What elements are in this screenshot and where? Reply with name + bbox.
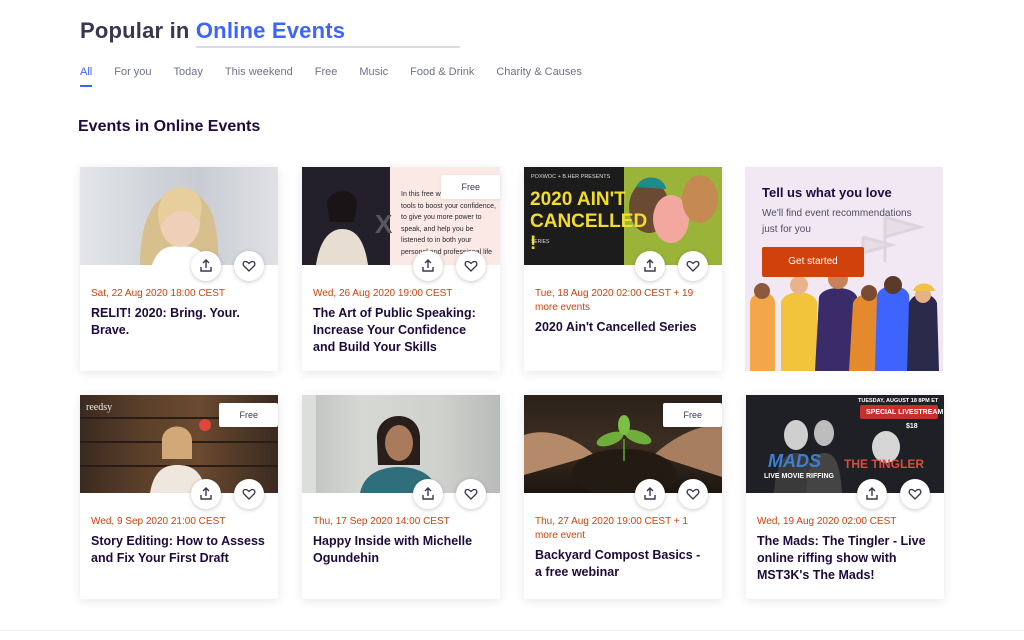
- image-title: 2020 AIN'T CANCELLED !: [530, 189, 648, 254]
- share-icon: [422, 487, 434, 500]
- location-selector[interactable]: Online Events: [196, 18, 345, 43]
- title-prefix: Popular in: [80, 18, 190, 43]
- event-card[interactable]: reedsy Free Wed, 9 Sep 2020 21:00 CEST S…: [80, 395, 278, 599]
- event-title[interactable]: 2020 Ain't Cancelled Series: [535, 319, 710, 336]
- event-card[interactable]: X In this free we you some basic tools t…: [302, 167, 500, 371]
- event-title[interactable]: The Art of Public Speaking: Increase You…: [313, 305, 488, 356]
- heart-icon: [464, 488, 478, 500]
- image-mads-logo: MADS: [768, 451, 821, 471]
- share-icon: [866, 487, 878, 500]
- recommendation-promo: Tell us what you love We'll find event r…: [745, 167, 943, 371]
- like-button[interactable]: [900, 479, 930, 509]
- event-date: Wed, 26 Aug 2020 19:00 CEST: [313, 288, 453, 299]
- share-icon: [200, 487, 212, 500]
- promo-heading: Tell us what you love: [762, 185, 892, 200]
- image-date: TUESDAY, AUGUST 18 8PM ET: [858, 398, 939, 404]
- share-button[interactable]: [857, 479, 887, 509]
- like-button[interactable]: [678, 251, 708, 281]
- event-date: Tue, 18 Aug 2020 02:00 CEST + 19 more ev…: [535, 288, 694, 313]
- tab-free[interactable]: Free: [315, 66, 338, 88]
- event-title[interactable]: Backyard Compost Basics - a free webinar: [535, 547, 710, 581]
- tab-food-drink[interactable]: Food & Drink: [410, 66, 474, 88]
- tab-today[interactable]: Today: [174, 66, 203, 88]
- free-badge: Free: [663, 403, 722, 427]
- like-button[interactable]: [678, 479, 708, 509]
- image-riffing: LIVE MOVIE RIFFING: [764, 473, 835, 480]
- event-date: Wed, 19 Aug 2020 02:00 CEST: [757, 516, 897, 527]
- event-title[interactable]: Happy Inside with Michelle Ogundehin: [313, 533, 488, 567]
- event-card[interactable]: Sat, 22 Aug 2020 18:00 CEST RELIT! 2020:…: [80, 167, 278, 371]
- heart-icon: [242, 488, 256, 500]
- get-started-button[interactable]: Get started: [762, 247, 864, 277]
- event-card[interactable]: Free Thu, 27 Aug 2020 19:00 CEST + 1 mor…: [524, 395, 722, 599]
- heart-icon: [686, 260, 700, 272]
- promo-subtext: We'll find event recommendations just fo…: [762, 208, 912, 235]
- share-icon: [644, 487, 656, 500]
- tab-music[interactable]: Music: [359, 66, 388, 88]
- image-tingler: THE TINGLER: [844, 457, 924, 471]
- location-underline: [196, 46, 460, 48]
- category-tabs: All For you Today This weekend Free Musi…: [80, 66, 604, 88]
- free-badge: Free: [441, 175, 500, 199]
- image-livestream: SPECIAL LIVESTREAM: [866, 409, 944, 416]
- image-logo: reedsy: [86, 402, 113, 413]
- heart-icon: [242, 260, 256, 272]
- share-icon: [200, 259, 212, 272]
- image-price: $18: [906, 423, 918, 430]
- heart-icon: [686, 488, 700, 500]
- like-button[interactable]: [456, 479, 486, 509]
- event-title[interactable]: RELIT! 2020: Bring. Your. Brave.: [91, 305, 266, 339]
- heart-icon: [464, 260, 478, 272]
- free-badge: Free: [219, 403, 278, 427]
- event-card[interactable]: POXWOC + B.HER PRESENTS 2020 AIN'T CANCE…: [524, 167, 722, 371]
- like-button[interactable]: [234, 479, 264, 509]
- share-button[interactable]: [635, 251, 665, 281]
- share-button[interactable]: [191, 251, 221, 281]
- share-icon: [422, 259, 434, 272]
- share-button[interactable]: [413, 251, 443, 281]
- event-date: Sat, 22 Aug 2020 18:00 CEST: [91, 288, 225, 299]
- event-card[interactable]: Thu, 17 Sep 2020 14:00 CEST Happy Inside…: [302, 395, 500, 599]
- page-title: Popular in Online Events: [80, 18, 345, 44]
- event-date: Thu, 27 Aug 2020 19:00 CEST + 1 more eve…: [535, 516, 688, 541]
- event-title[interactable]: The Mads: The Tingler - Live online riff…: [757, 533, 932, 584]
- event-date: Wed, 9 Sep 2020 21:00 CEST: [91, 516, 226, 527]
- divider: [0, 630, 1024, 631]
- tab-charity-causes[interactable]: Charity & Causes: [496, 66, 582, 88]
- share-button[interactable]: [635, 479, 665, 509]
- event-card[interactable]: TUESDAY, AUGUST 18 8PM ET SPECIAL LIVEST…: [746, 395, 944, 599]
- section-title: Events in Online Events: [78, 118, 261, 135]
- svg-text:X: X: [375, 209, 393, 239]
- event-date: Thu, 17 Sep 2020 14:00 CEST: [313, 516, 450, 527]
- tab-for-you[interactable]: For you: [114, 66, 151, 88]
- event-title[interactable]: Story Editing: How to Assess and Fix You…: [91, 533, 266, 567]
- like-button[interactable]: [234, 251, 264, 281]
- image-presenter: POXWOC + B.HER PRESENTS: [531, 174, 611, 180]
- page-header: Popular in Online Events: [80, 18, 345, 44]
- share-button[interactable]: [413, 479, 443, 509]
- tab-all[interactable]: All: [80, 66, 93, 88]
- share-icon: [644, 259, 656, 272]
- like-button[interactable]: [456, 251, 486, 281]
- share-button[interactable]: [191, 479, 221, 509]
- image-caption: In this free we you some basic tools to …: [401, 191, 496, 256]
- heart-icon: [908, 488, 922, 500]
- tab-this-weekend[interactable]: This weekend: [225, 66, 293, 88]
- image-subtitle: SERIES: [531, 239, 550, 245]
